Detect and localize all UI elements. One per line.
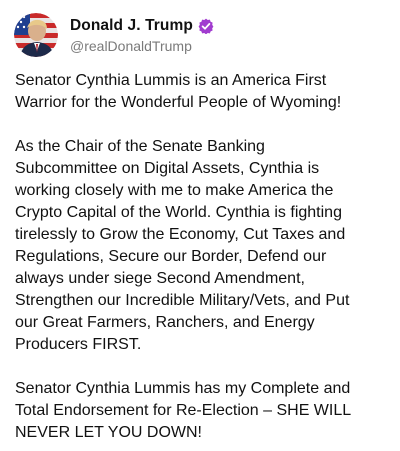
post-line: Total Endorsement for Re-Election – SHE … bbox=[15, 402, 352, 419]
post-paragraph-3: Senator Cynthia Lummis has my Complete a… bbox=[15, 378, 390, 444]
post-paragraph-1: Senator Cynthia Lummis is an America Fir… bbox=[15, 70, 390, 114]
author-display-name[interactable]: Donald J. Trump bbox=[70, 17, 193, 35]
post-paragraph-2: As the Chair of the Senate Banking Subco… bbox=[15, 136, 390, 356]
post-header: Donald J. Trump @realDonaldTrump bbox=[14, 12, 214, 58]
post-line: working closely with me to make America … bbox=[15, 182, 334, 199]
profile-avatar[interactable] bbox=[14, 13, 58, 57]
post-line: Senator Cynthia Lummis has my Complete a… bbox=[15, 380, 351, 397]
post-line: Warrior for the Wonderful People of Wyom… bbox=[15, 94, 342, 111]
post-line: Senator Cynthia Lummis is an America Fir… bbox=[15, 72, 327, 89]
post-line: Subcommittee on Digital Assets, Cynthia … bbox=[15, 160, 320, 177]
author-names: Donald J. Trump @realDonaldTrump bbox=[70, 16, 214, 54]
social-post: Donald J. Trump @realDonaldTrump Senator… bbox=[0, 0, 400, 451]
post-line: tirelessly to Grow the Economy, Cut Taxe… bbox=[15, 226, 346, 243]
post-line: As the Chair of the Senate Banking bbox=[15, 138, 265, 155]
verified-badge-icon bbox=[198, 18, 214, 34]
post-line: Regulations, Secure our Border, Defend o… bbox=[15, 248, 327, 265]
post-body: Senator Cynthia Lummis is an America Fir… bbox=[15, 70, 390, 444]
post-line: Strengthen our Incredible Military/Vets,… bbox=[15, 292, 350, 309]
post-line: always under siege Second Amendment, bbox=[15, 270, 305, 287]
post-line: NEVER LET YOU DOWN! bbox=[15, 424, 202, 441]
post-line: our Great Farmers, Ranchers, and Energy bbox=[15, 314, 315, 331]
post-line: Producers FIRST. bbox=[15, 336, 142, 353]
post-line: Crypto Capital of the World. Cynthia is … bbox=[15, 204, 342, 221]
display-name-row: Donald J. Trump bbox=[70, 16, 214, 36]
author-handle[interactable]: @realDonaldTrump bbox=[70, 38, 214, 54]
avatar-image bbox=[14, 13, 58, 57]
